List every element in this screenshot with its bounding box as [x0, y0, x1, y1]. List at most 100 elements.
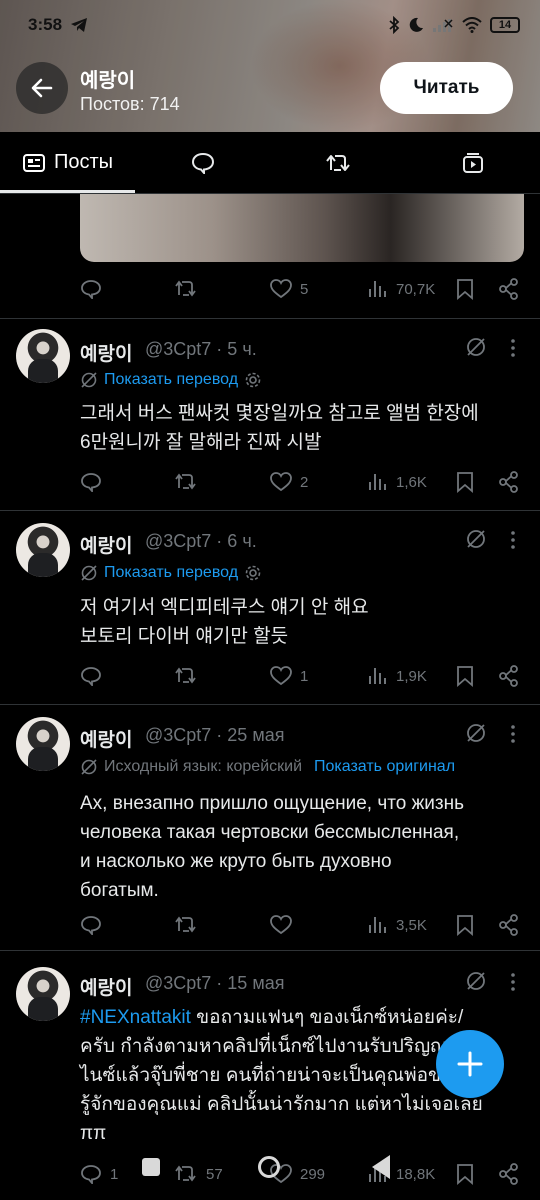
avatar[interactable] [16, 523, 70, 577]
heart-icon [270, 915, 292, 935]
tab-replies[interactable] [135, 132, 270, 193]
tab-reposts[interactable] [270, 132, 405, 193]
hashtag-link[interactable]: #NEXnattakit [80, 1007, 191, 1028]
tweet-text-line: 6만원니까 잘 말해라 진짜 시발 [80, 432, 322, 453]
post-media-image[interactable] [80, 194, 524, 262]
bookmark-button[interactable] [456, 914, 474, 936]
avatar[interactable] [16, 717, 70, 771]
share-button[interactable] [498, 471, 520, 493]
repost-icon [175, 667, 196, 684]
tweet-text-line: 저 여기서 엑디피테쿠스 얘기 안 해요 [80, 597, 369, 618]
repost-button[interactable] [174, 472, 206, 492]
posts-count: Постов: 714 [80, 94, 180, 114]
share-button[interactable] [498, 665, 520, 687]
gear-icon[interactable] [244, 564, 262, 582]
avatar[interactable] [16, 967, 70, 1021]
like-button[interactable]: 2 [270, 472, 308, 492]
repost-icon [175, 473, 196, 490]
plus-icon [457, 1051, 483, 1077]
heart-icon [270, 472, 292, 492]
bookmark-icon [457, 915, 473, 936]
follow-button[interactable]: Читать [380, 62, 513, 114]
more-options-icon[interactable] [505, 972, 521, 992]
grok-icon[interactable] [464, 527, 488, 551]
views-button[interactable]: 3,5K [368, 915, 427, 935]
tweet-text: 그래서 버스 팬싸컷 몇장일까요 참고로 앨범 한장에 6만원니까 잘 말해라 … [80, 399, 526, 457]
recents-button[interactable] [142, 1158, 160, 1176]
repost-icon [175, 916, 196, 933]
bookmark-button[interactable] [456, 471, 474, 493]
gear-icon[interactable] [244, 371, 262, 389]
bookmark-icon [457, 279, 473, 300]
show-translation-link[interactable]: Показать перевод [104, 371, 238, 389]
share-button[interactable] [498, 914, 520, 936]
more-options-icon[interactable] [505, 530, 521, 550]
heart-icon [270, 279, 292, 299]
share-icon [499, 665, 518, 687]
like-button[interactable] [270, 915, 300, 935]
repost-button[interactable] [174, 279, 206, 299]
tweet-text: 저 여기서 엑디피테쿠스 얘기 안 해요 보토리 다이버 얘기만 할듯 [80, 593, 526, 651]
media-icon [462, 152, 483, 173]
views-icon [369, 474, 386, 490]
reply-icon [81, 667, 101, 686]
tweet-text-line: богатым. [80, 880, 159, 901]
tab-posts[interactable]: Посты [0, 132, 135, 193]
show-translation-link[interactable]: Показать перевод [104, 564, 238, 582]
tweet-text-segment: ขอถามแฟนๆ ของเน็กซ์หน่อยค่ะ/ [190, 1007, 464, 1028]
reply-button[interactable] [80, 666, 110, 686]
home-button[interactable] [258, 1156, 280, 1178]
avatar[interactable] [16, 329, 70, 383]
more-options-icon[interactable] [505, 724, 521, 744]
reply-icon [81, 280, 101, 299]
views-button[interactable]: 70,7K [368, 279, 435, 299]
arrow-left-icon [31, 78, 53, 98]
back-button[interactable] [16, 62, 68, 114]
views-count: 1,6K [396, 473, 427, 491]
translate-row: Показать перевод [80, 564, 262, 582]
tweet-handle-time: @3Cpt7 · 6 ч. [145, 531, 257, 551]
repost-button[interactable] [174, 666, 206, 686]
divider [0, 318, 540, 319]
share-button[interactable] [498, 278, 520, 300]
views-button[interactable]: 1,6K [368, 472, 427, 492]
tweet-author-name[interactable]: 예랑이 [80, 531, 132, 558]
like-count: 5 [300, 280, 309, 298]
reply-button[interactable] [80, 915, 110, 935]
replies-icon [191, 152, 214, 174]
like-button[interactable]: 1 [270, 666, 308, 686]
views-count: 70,7K [396, 280, 436, 298]
grok-icon[interactable] [464, 721, 488, 745]
reply-button[interactable] [80, 472, 110, 492]
tweet-author-name[interactable]: 예랑이 [80, 339, 132, 366]
tweet-text: Ах, внезапно пришло ощущение, что жизнь … [80, 789, 526, 905]
reply-icon [81, 916, 101, 935]
bookmark-button[interactable] [456, 278, 474, 300]
post-actions: 2 1,6K [80, 467, 524, 497]
show-original-link[interactable]: Показать оригинал [314, 758, 455, 776]
post-actions: 1 1,9K [80, 661, 524, 691]
bookmark-button[interactable] [456, 665, 474, 687]
tab-media[interactable] [405, 132, 540, 193]
bluetooth-icon [389, 16, 400, 34]
post-actions: 5 70,7K [80, 274, 524, 304]
reply-button[interactable] [80, 279, 110, 299]
grok-icon[interactable] [464, 969, 488, 993]
more-options-icon[interactable] [505, 338, 521, 358]
status-time: 3:58 [28, 15, 63, 34]
views-button[interactable]: 1,9K [368, 666, 427, 686]
grok-icon[interactable] [464, 335, 488, 359]
tweet-author-name[interactable]: 예랑이 [80, 725, 132, 752]
battery-indicator: 14 [490, 17, 520, 33]
views-icon [369, 281, 386, 297]
compose-button[interactable] [436, 1030, 504, 1098]
bookmark-icon [457, 472, 473, 493]
profile-name: 예랑이 [80, 70, 136, 92]
tweet-handle-time: @3Cpt7 · 15 мая [145, 973, 285, 993]
system-back-button[interactable] [372, 1155, 390, 1179]
like-button[interactable]: 5 [270, 279, 308, 299]
tweet-text-line: Ах, внезапно пришло ощущение, что жизнь [80, 793, 465, 814]
system-navigation-bar [0, 1150, 540, 1190]
repost-button[interactable] [174, 915, 206, 935]
tweet-author-name[interactable]: 예랑이 [80, 973, 132, 1000]
